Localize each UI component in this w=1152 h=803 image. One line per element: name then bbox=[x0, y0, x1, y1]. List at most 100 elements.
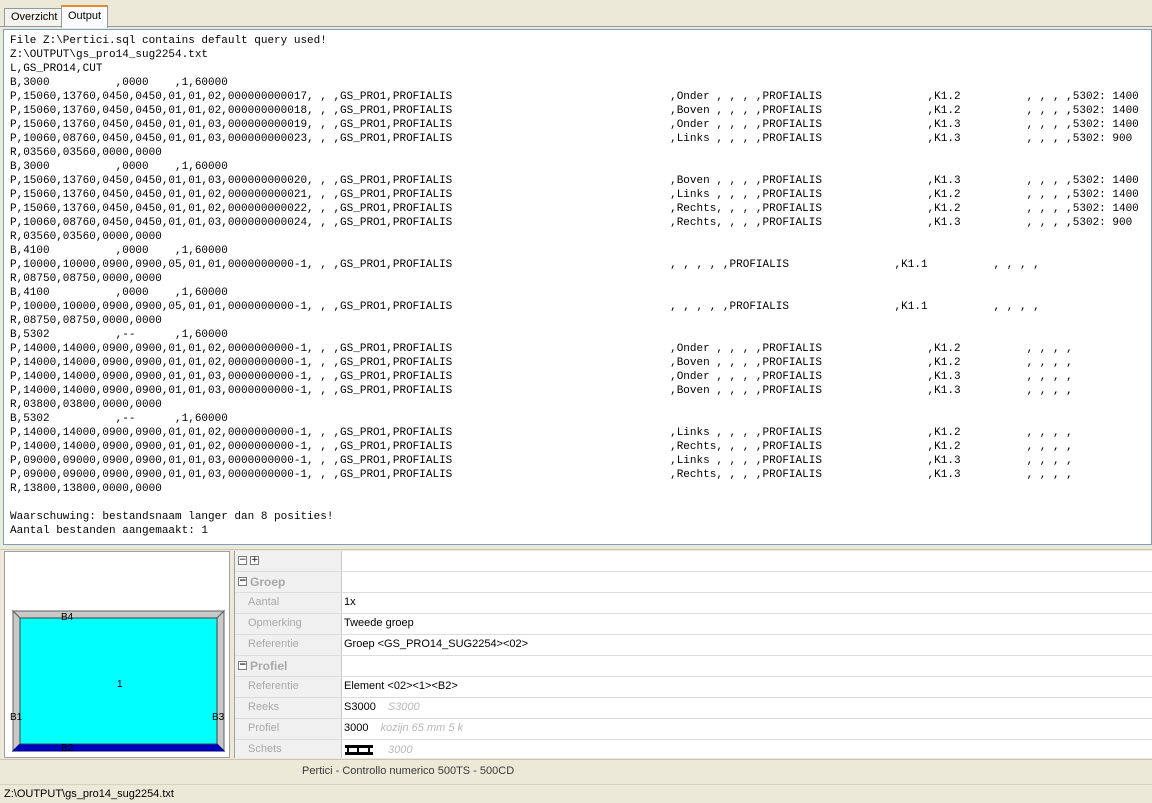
property-name: Reeks bbox=[235, 698, 342, 718]
panel-number: 1 bbox=[117, 679, 123, 690]
output-line: R,03800,03800,0000,0000 bbox=[10, 399, 162, 411]
propgrid-toolbar-right bbox=[343, 551, 1152, 571]
property-name: Profiel bbox=[235, 719, 342, 739]
output-line: B,5302 ,-- ,1,60000 bbox=[10, 413, 228, 425]
property-name: Aantal bbox=[235, 593, 342, 613]
collapse-icon[interactable]: − bbox=[238, 661, 247, 670]
output-line: B,3000 ,0000 ,1,60000 bbox=[10, 161, 228, 173]
output-line: P,10060,08760,0450,0450,01,01,03,0000000… bbox=[10, 217, 1133, 229]
property-value[interactable]: S3000 S3000 bbox=[343, 698, 1152, 718]
category-groep-value bbox=[343, 572, 1152, 592]
property-value[interactable]: Tweede groep bbox=[343, 614, 1152, 634]
output-line: P,15060,13760,0450,0450,01,01,03,0000000… bbox=[10, 175, 1139, 187]
category-label: Groep bbox=[250, 575, 286, 589]
tab-overzicht[interactable]: Overzicht bbox=[4, 8, 65, 27]
property-value-hint: 3000 bbox=[388, 743, 413, 756]
property-value-hint: kozijn 65 mm 5 k bbox=[380, 722, 464, 734]
frame-drawing: 1 B4 B1 B3 B2 bbox=[10, 609, 226, 754]
output-line: P,14000,14000,0900,0900,01,01,02,0000000… bbox=[10, 427, 1073, 439]
property-row-referentie-profiel[interactable]: Referentie Element <02><1><B2> bbox=[235, 677, 1152, 698]
output-line: P,15060,13760,0450,0450,01,01,02,0000000… bbox=[10, 105, 1139, 117]
collapse-icon[interactable]: − bbox=[238, 577, 247, 586]
output-lines: File Z:\Pertici.sql contains default que… bbox=[10, 34, 1139, 538]
output-line: Waarschuwing: bestandsnaam langer dan 8 … bbox=[10, 511, 334, 523]
frame-right-profile bbox=[216, 609, 225, 753]
property-name: Referentie bbox=[235, 677, 342, 697]
label-b1: B1 bbox=[10, 712, 23, 723]
label-b2: B2 bbox=[61, 743, 74, 754]
output-text-area[interactable]: File Z:\Pertici.sql contains default que… bbox=[3, 29, 1152, 545]
output-line: Z:\OUTPUT\gs_pro14_sug2254.txt bbox=[10, 49, 209, 61]
property-row-profiel[interactable]: Profiel 3000 kozijn 65 mm 5 k bbox=[235, 719, 1152, 740]
property-row-reeks[interactable]: Reeks S3000 S3000 bbox=[235, 698, 1152, 719]
property-name: Schets bbox=[235, 740, 342, 758]
output-line: B,4100 ,0000 ,1,60000 bbox=[10, 245, 228, 257]
property-value[interactable]: 3000 bbox=[343, 740, 1152, 758]
category-profiel[interactable]: − Profiel bbox=[235, 656, 1152, 677]
collapse-all-icon[interactable]: − bbox=[238, 556, 247, 565]
output-line: P,10000,10000,0900,0900,05,01,01,0000000… bbox=[10, 301, 1040, 313]
output-line: P,14000,14000,0900,0900,01,01,03,0000000… bbox=[10, 371, 1073, 383]
output-line: P,09000,09000,0900,0900,01,01,03,0000000… bbox=[10, 469, 1073, 481]
category-profiel-value bbox=[343, 656, 1152, 676]
property-value-hint: S3000 bbox=[387, 701, 420, 713]
output-line: R,03560,03560,0000,0000 bbox=[10, 147, 162, 159]
property-name: Opmerking bbox=[235, 614, 342, 634]
output-line: File Z:\Pertici.sql contains default que… bbox=[10, 35, 327, 47]
output-line: Aantal bestanden aangemaakt: 1 bbox=[10, 525, 209, 537]
output-line: P,14000,14000,0900,0900,01,01,02,0000000… bbox=[10, 441, 1073, 453]
file-status-bar: Z:\OUTPUT\gs_pro14_sug2254.txt bbox=[0, 784, 1152, 803]
frame-preview: 1 B4 B1 B3 B2 bbox=[4, 551, 230, 758]
tab-bar: Overzicht Output bbox=[0, 0, 1152, 28]
category-groep-header: − Groep bbox=[235, 572, 342, 592]
frame-left-profile bbox=[12, 609, 21, 753]
category-profiel-header: − Profiel bbox=[235, 656, 342, 676]
category-label: Profiel bbox=[250, 659, 288, 673]
tab-output[interactable]: Output bbox=[61, 5, 109, 28]
output-line: R,03560,03560,0000,0000 bbox=[10, 231, 162, 243]
output-line: P,15060,13760,0450,0450,01,01,03,0000000… bbox=[10, 119, 1139, 131]
file-path: Z:\OUTPUT\gs_pro14_sug2254.txt bbox=[4, 788, 174, 800]
output-line: P,09000,09000,0900,0900,01,01,03,0000000… bbox=[10, 455, 1073, 467]
output-line: P,10060,08760,0450,0450,01,01,03,0000000… bbox=[10, 133, 1133, 145]
output-line: P,15060,13760,0450,0450,01,01,02,0000000… bbox=[10, 189, 1139, 201]
frame-bottom-profile-selected bbox=[11, 743, 226, 752]
output-line: P,10000,10000,0900,0900,05,01,01,0000000… bbox=[10, 259, 1040, 271]
property-row-aantal[interactable]: Aantal 1x bbox=[235, 593, 1152, 614]
output-line: B,4100 ,0000 ,1,60000 bbox=[10, 287, 228, 299]
output-line: L,GS_PRO14,CUT bbox=[10, 63, 103, 75]
property-row-referentie-groep[interactable]: Referentie Groep <GS_PRO14_SUG2254><02> bbox=[235, 635, 1152, 656]
output-line: B,5302 ,-- ,1,60000 bbox=[10, 329, 228, 341]
frame-top-profile bbox=[11, 610, 226, 619]
property-name: Referentie bbox=[235, 635, 342, 655]
output-line: R,08750,08750,0000,0000 bbox=[10, 315, 162, 327]
property-row-opmerking[interactable]: Opmerking Tweede groep bbox=[235, 614, 1152, 635]
output-line: R,08750,08750,0000,0000 bbox=[10, 273, 162, 285]
app-title: Pertici - Controllo numerico 500TS - 500… bbox=[302, 765, 515, 777]
label-b4: B4 bbox=[61, 612, 74, 623]
output-line: B,3000 ,0000 ,1,60000 bbox=[10, 77, 228, 89]
property-value-main: S3000 bbox=[344, 701, 376, 713]
horizontal-splitter[interactable] bbox=[0, 545, 1152, 550]
property-value[interactable]: Groep <GS_PRO14_SUG2254><02> bbox=[343, 635, 1152, 655]
profile-sketch-icon bbox=[345, 745, 373, 755]
property-value[interactable]: Element <02><1><B2> bbox=[343, 677, 1152, 697]
property-row-schets[interactable]: Schets 3000 bbox=[235, 740, 1152, 758]
label-b3: B3 bbox=[212, 712, 225, 723]
property-value[interactable]: 3000 kozijn 65 mm 5 k bbox=[343, 719, 1152, 739]
output-line: P,14000,14000,0900,0900,01,01,02,0000000… bbox=[10, 343, 1073, 355]
property-value[interactable]: 1x bbox=[343, 593, 1152, 613]
app-status-bar: Pertici - Controllo numerico 500TS - 500… bbox=[0, 759, 1152, 783]
tab-divider bbox=[0, 26, 1152, 27]
output-line: P,15060,13760,0450,0450,01,01,02,0000000… bbox=[10, 203, 1139, 215]
output-line: P,14000,14000,0900,0900,01,01,03,0000000… bbox=[10, 385, 1073, 397]
property-value-main: 3000 bbox=[344, 722, 369, 734]
propgrid-toolbar: − + bbox=[235, 551, 1152, 572]
propgrid-toolbar-left: − + bbox=[235, 551, 342, 571]
output-line: R,13800,13800,0000,0000 bbox=[10, 483, 162, 495]
category-groep[interactable]: − Groep bbox=[235, 572, 1152, 593]
expand-all-icon[interactable]: + bbox=[250, 556, 259, 565]
output-line: P,15060,13760,0450,0450,01,01,02,0000000… bbox=[10, 91, 1139, 103]
output-line: P,14000,14000,0900,0900,01,01,02,0000000… bbox=[10, 357, 1073, 369]
